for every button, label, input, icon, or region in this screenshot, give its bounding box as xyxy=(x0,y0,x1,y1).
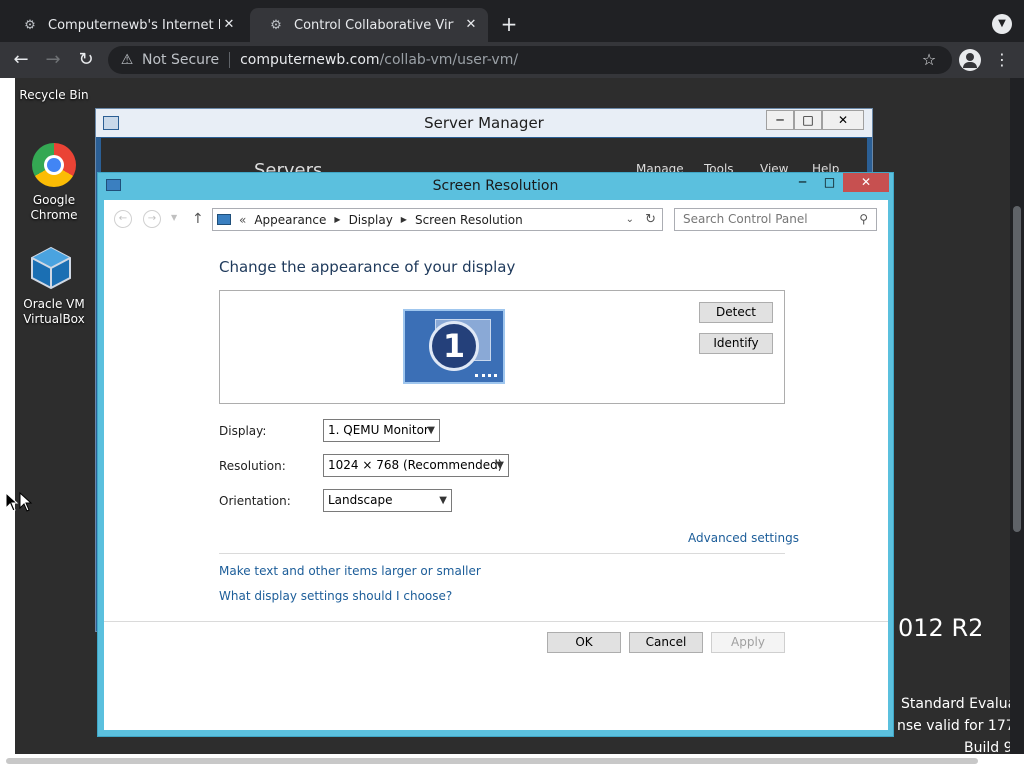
breadcrumb-appearance[interactable]: Appearance xyxy=(254,213,326,227)
breadcrumb-arrow-icon[interactable]: ▶ xyxy=(401,215,407,224)
desktop-icon-chrome[interactable]: Google Chrome xyxy=(16,193,92,223)
profile-avatar[interactable] xyxy=(959,49,981,71)
address-bar[interactable]: ⚠ Not Secure computernewb.com /collab-vm… xyxy=(108,46,952,74)
breadcrumb-screen-resolution[interactable]: Screen Resolution xyxy=(415,213,523,227)
new-tab-button[interactable]: + xyxy=(498,13,520,35)
tab-computernewb-pub[interactable]: ⚙ Computernewb's Internet Pub ✕ xyxy=(4,8,246,42)
resolution-select[interactable]: 1024 × 768 (Recommended) ▼ xyxy=(323,454,509,477)
forward-icon[interactable]: → xyxy=(42,49,64,71)
window-title: Screen Resolution xyxy=(432,178,559,194)
desktop-icon-label: Recycle Bin xyxy=(19,88,89,102)
reload-icon[interactable]: ↻ xyxy=(75,49,97,71)
orientation-select[interactable]: Landscape ▼ xyxy=(323,489,452,512)
server-manager-titlebar[interactable]: Server Manager xyxy=(96,109,872,137)
close-button[interactable]: ✕ xyxy=(822,110,864,130)
address-breadcrumb[interactable]: « Appearance ▶ Display ▶ Screen Resoluti… xyxy=(212,208,663,231)
cancel-button[interactable]: Cancel xyxy=(629,632,703,653)
apply-button[interactable]: Apply xyxy=(711,632,785,653)
divider xyxy=(229,52,231,68)
tab-title: Computernewb's Internet Pub xyxy=(48,17,220,33)
maximize-button[interactable]: □ xyxy=(816,173,843,192)
desktop-icon-label: Oracle VM VirtualBox xyxy=(23,297,85,326)
minimize-button[interactable]: ─ xyxy=(789,173,816,192)
chevron-down-icon[interactable]: ⌄ xyxy=(626,214,634,225)
forward-icon[interactable]: → xyxy=(143,210,161,228)
control-panel-icon xyxy=(217,214,231,225)
vertical-scroll-thumb[interactable] xyxy=(1013,206,1021,532)
mouse-cursor-icon xyxy=(5,491,33,517)
monitor-number: 1 xyxy=(429,321,479,371)
detect-button[interactable]: Detect xyxy=(699,302,773,323)
text-size-link[interactable]: Make text and other items larger or smal… xyxy=(219,564,481,578)
divider xyxy=(104,621,888,622)
window-title: Server Manager xyxy=(424,114,544,132)
recent-locations-icon[interactable]: ▼ xyxy=(171,213,177,222)
os-edition-text: 012 R2 xyxy=(898,614,984,642)
advanced-settings-link[interactable]: Advanced settings xyxy=(688,531,799,545)
ok-button[interactable]: OK xyxy=(547,632,621,653)
bookmark-star-icon[interactable]: ☆ xyxy=(918,49,940,71)
desktop-icon-virtualbox[interactable]: Oracle VM VirtualBox xyxy=(16,297,92,327)
orientation-value: Landscape xyxy=(328,493,393,507)
watermark-line-1: Standard Evaluat xyxy=(901,696,1022,712)
control-panel-app-icon xyxy=(106,179,121,191)
back-icon[interactable]: ← xyxy=(114,210,132,228)
orientation-label: Orientation: xyxy=(219,494,291,508)
url-domain: computernewb.com xyxy=(240,52,380,68)
overflow-chevron-icon[interactable]: « xyxy=(239,213,246,227)
menu-kebab-icon[interactable]: ⋮ xyxy=(992,49,1012,71)
close-button[interactable]: ✕ xyxy=(843,173,889,192)
up-icon[interactable]: ↑ xyxy=(192,211,204,227)
computernewb-favicon-icon: ⚙ xyxy=(270,17,282,33)
display-value: 1. QEMU Monitor xyxy=(328,423,429,437)
chevron-down-icon: ▼ xyxy=(439,495,447,506)
identify-button[interactable]: Identify xyxy=(699,333,773,354)
resolution-value: 1024 × 768 (Recommended) xyxy=(328,458,503,472)
breadcrumb-arrow-icon[interactable]: ▶ xyxy=(334,215,340,224)
display-label: Display: xyxy=(219,424,267,438)
search-placeholder: Search Control Panel xyxy=(683,212,808,226)
close-icon[interactable]: ✕ xyxy=(220,16,238,34)
chevron-down-icon: ▼ xyxy=(427,425,435,436)
divider xyxy=(219,553,785,554)
page-heading: Change the appearance of your display xyxy=(219,258,516,276)
display-select[interactable]: 1. QEMU Monitor ▼ xyxy=(323,419,440,442)
url-path: /collab-vm/user-vm/ xyxy=(379,52,519,68)
watermark-line-2: nse valid for 177 d xyxy=(897,718,1024,734)
security-label: Not Secure xyxy=(142,52,220,68)
search-control-panel-input[interactable]: Search Control Panel ⚲ xyxy=(674,208,877,231)
chrome-icon[interactable] xyxy=(32,143,76,187)
chevron-down-icon: ▼ xyxy=(496,460,504,471)
screen-resolution-titlebar[interactable]: Screen Resolution xyxy=(98,173,893,200)
search-icon[interactable]: ⚲ xyxy=(859,209,868,230)
vm-left-edge xyxy=(0,78,15,754)
back-icon[interactable]: ← xyxy=(10,49,32,71)
tab-search-icon[interactable]: ▼ xyxy=(992,14,1012,34)
close-icon[interactable]: ✕ xyxy=(462,16,480,34)
desktop-icon-label: Google Chrome xyxy=(30,193,78,222)
refresh-icon[interactable]: ↻ xyxy=(645,212,656,227)
desktop-icon-recycle-bin[interactable]: Recycle Bin xyxy=(16,88,92,103)
warning-icon: ⚠ xyxy=(120,52,134,68)
tab-title: Control Collaborative Virtual M xyxy=(294,17,454,33)
minimize-button[interactable]: ─ xyxy=(766,110,794,130)
monitor-icon[interactable]: 1 xyxy=(403,309,505,384)
display-settings-help-link[interactable]: What display settings should I choose? xyxy=(219,589,452,603)
server-manager-app-icon xyxy=(103,116,119,130)
tab-collab-vm[interactable]: ⚙ Control Collaborative Virtual M ✕ xyxy=(250,8,488,42)
virtualbox-icon[interactable] xyxy=(30,246,72,290)
computernewb-favicon-icon: ⚙ xyxy=(24,17,36,33)
breadcrumb-display[interactable]: Display xyxy=(349,213,393,227)
maximize-button[interactable]: □ xyxy=(794,110,822,130)
resolution-label: Resolution: xyxy=(219,459,286,473)
horizontal-scroll-thumb[interactable] xyxy=(6,758,978,764)
